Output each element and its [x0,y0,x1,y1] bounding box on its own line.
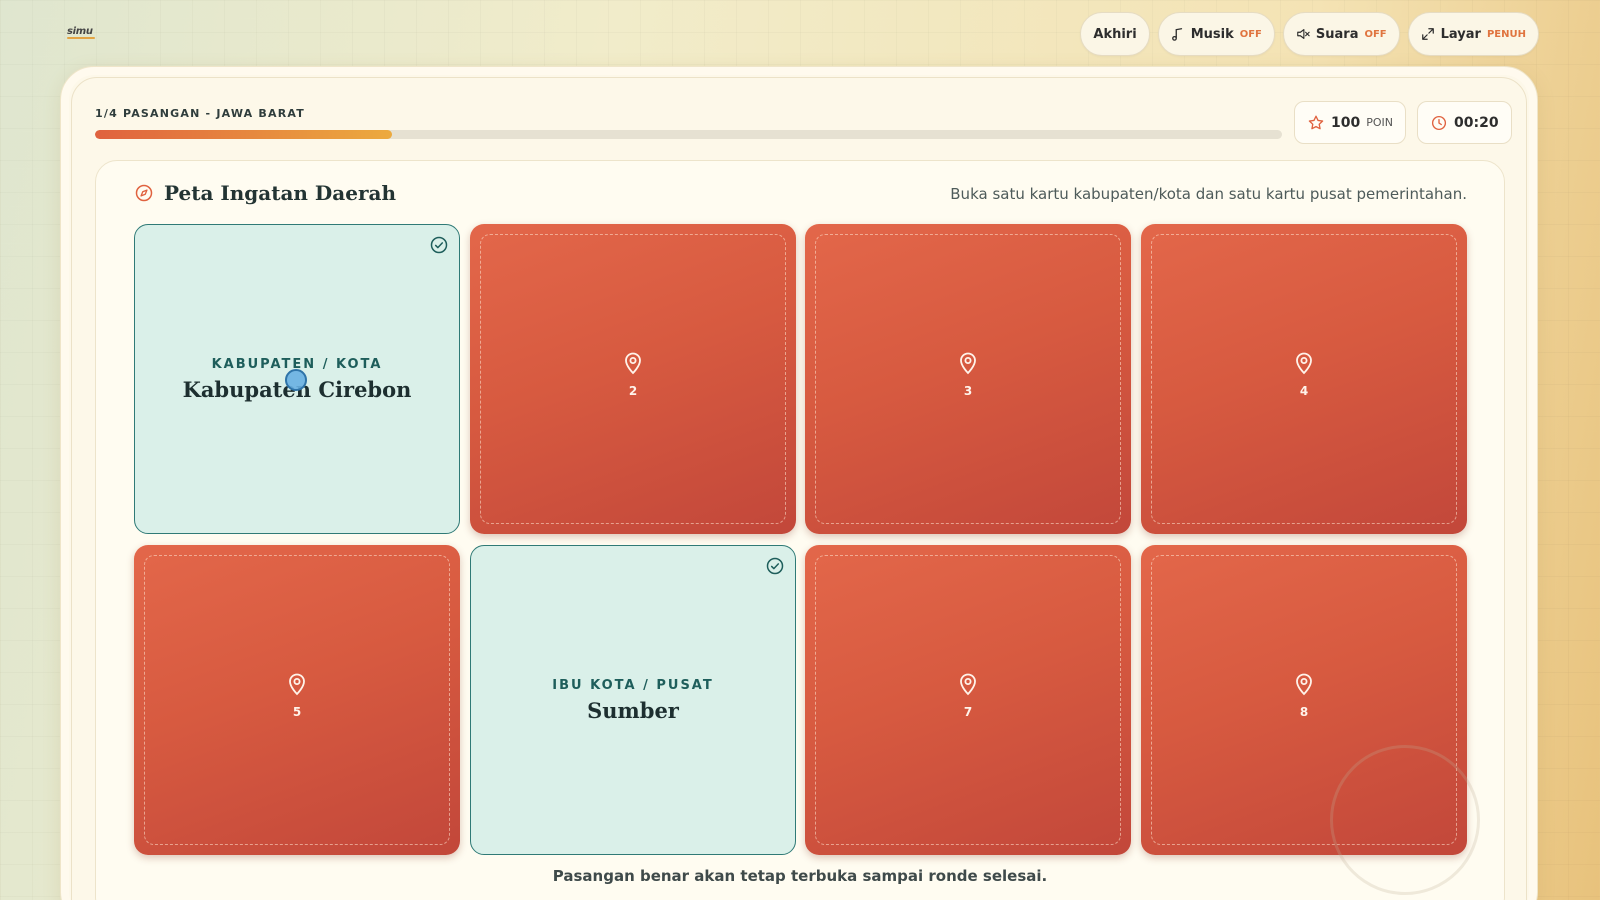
sound-label: Suara [1315,26,1359,42]
map-pin-icon [960,673,976,696]
card-number: 4 [1299,384,1309,398]
end-game-button[interactable]: Akhiri [1080,12,1150,56]
music-toggle-button[interactable]: Musik OFF [1157,12,1275,56]
map-pin-icon [960,352,976,375]
points-value: 100 [1331,114,1361,131]
card-dashed-border [815,555,1121,845]
round-progress-fill [95,130,392,139]
check-circle-icon [766,557,784,575]
app-logo: simu [67,26,95,39]
memory-card-3[interactable]: 3 [805,224,1131,534]
screen-label: Layar [1440,26,1481,42]
points-badge: 100 POIN [1294,101,1406,144]
timer-value: 00:20 [1454,114,1499,131]
memory-card-5[interactable]: 5 [134,545,460,855]
map-pin-icon [289,673,305,696]
card-dashed-border [815,234,1121,524]
board-title-text: Peta Ingatan Daerah [164,181,396,205]
card-number: 2 [628,384,638,398]
memory-card-2[interactable]: 2 [470,224,796,534]
check-circle-icon [430,236,448,254]
fullscreen-toggle-button[interactable]: Layar PENUH [1407,12,1539,56]
sound-state: OFF [1364,28,1387,40]
card-dashed-border [144,555,450,845]
speaker-mute-icon [1297,29,1310,39]
card-number: 3 [963,384,973,398]
music-note-icon [1171,28,1182,41]
star-icon [1308,115,1324,129]
pointer-cursor [285,369,307,391]
card-number: 5 [292,705,302,719]
top-toolbar: Akhiri Musik OFF Suara OFF Layar PENUH [1080,12,1539,56]
map-pin-icon [1296,673,1312,696]
screen-state: PENUH [1486,28,1526,40]
expand-icon [1421,28,1434,40]
card-dashed-border [1151,234,1457,524]
memory-card-6[interactable]: IBU KOTA / PUSAT Sumber [470,545,796,855]
round-progress-bar [95,130,1282,139]
clock-icon [1431,115,1447,130]
end-game-label: Akhiri [1093,26,1137,42]
card-category: IBU KOTA / PUSAT [552,678,714,693]
map-pin-icon [1296,352,1312,375]
card-name: Sumber [587,698,679,723]
music-state: OFF [1239,28,1262,40]
points-unit: POIN [1366,116,1393,129]
music-label: Musik [1190,26,1234,42]
sound-toggle-button[interactable]: Suara OFF [1282,12,1400,56]
round-progress-label: 1/4 PASANGAN - JAWA BARAT [95,107,305,120]
board-instructions: Buka satu kartu kabupaten/kota dan satu … [950,185,1467,203]
board-footer-note: Pasangan benar akan tetap terbuka sampai… [552,867,1048,885]
map-pin-icon [625,352,641,375]
card-number: 7 [963,705,973,719]
compass-icon [135,184,153,202]
memory-card-7[interactable]: 7 [805,545,1131,855]
memory-card-4[interactable]: 4 [1141,224,1467,534]
card-dashed-border [480,234,786,524]
timer-badge: 00:20 [1417,101,1512,144]
board-title: Peta Ingatan Daerah [134,181,396,205]
card-number: 8 [1299,705,1309,719]
